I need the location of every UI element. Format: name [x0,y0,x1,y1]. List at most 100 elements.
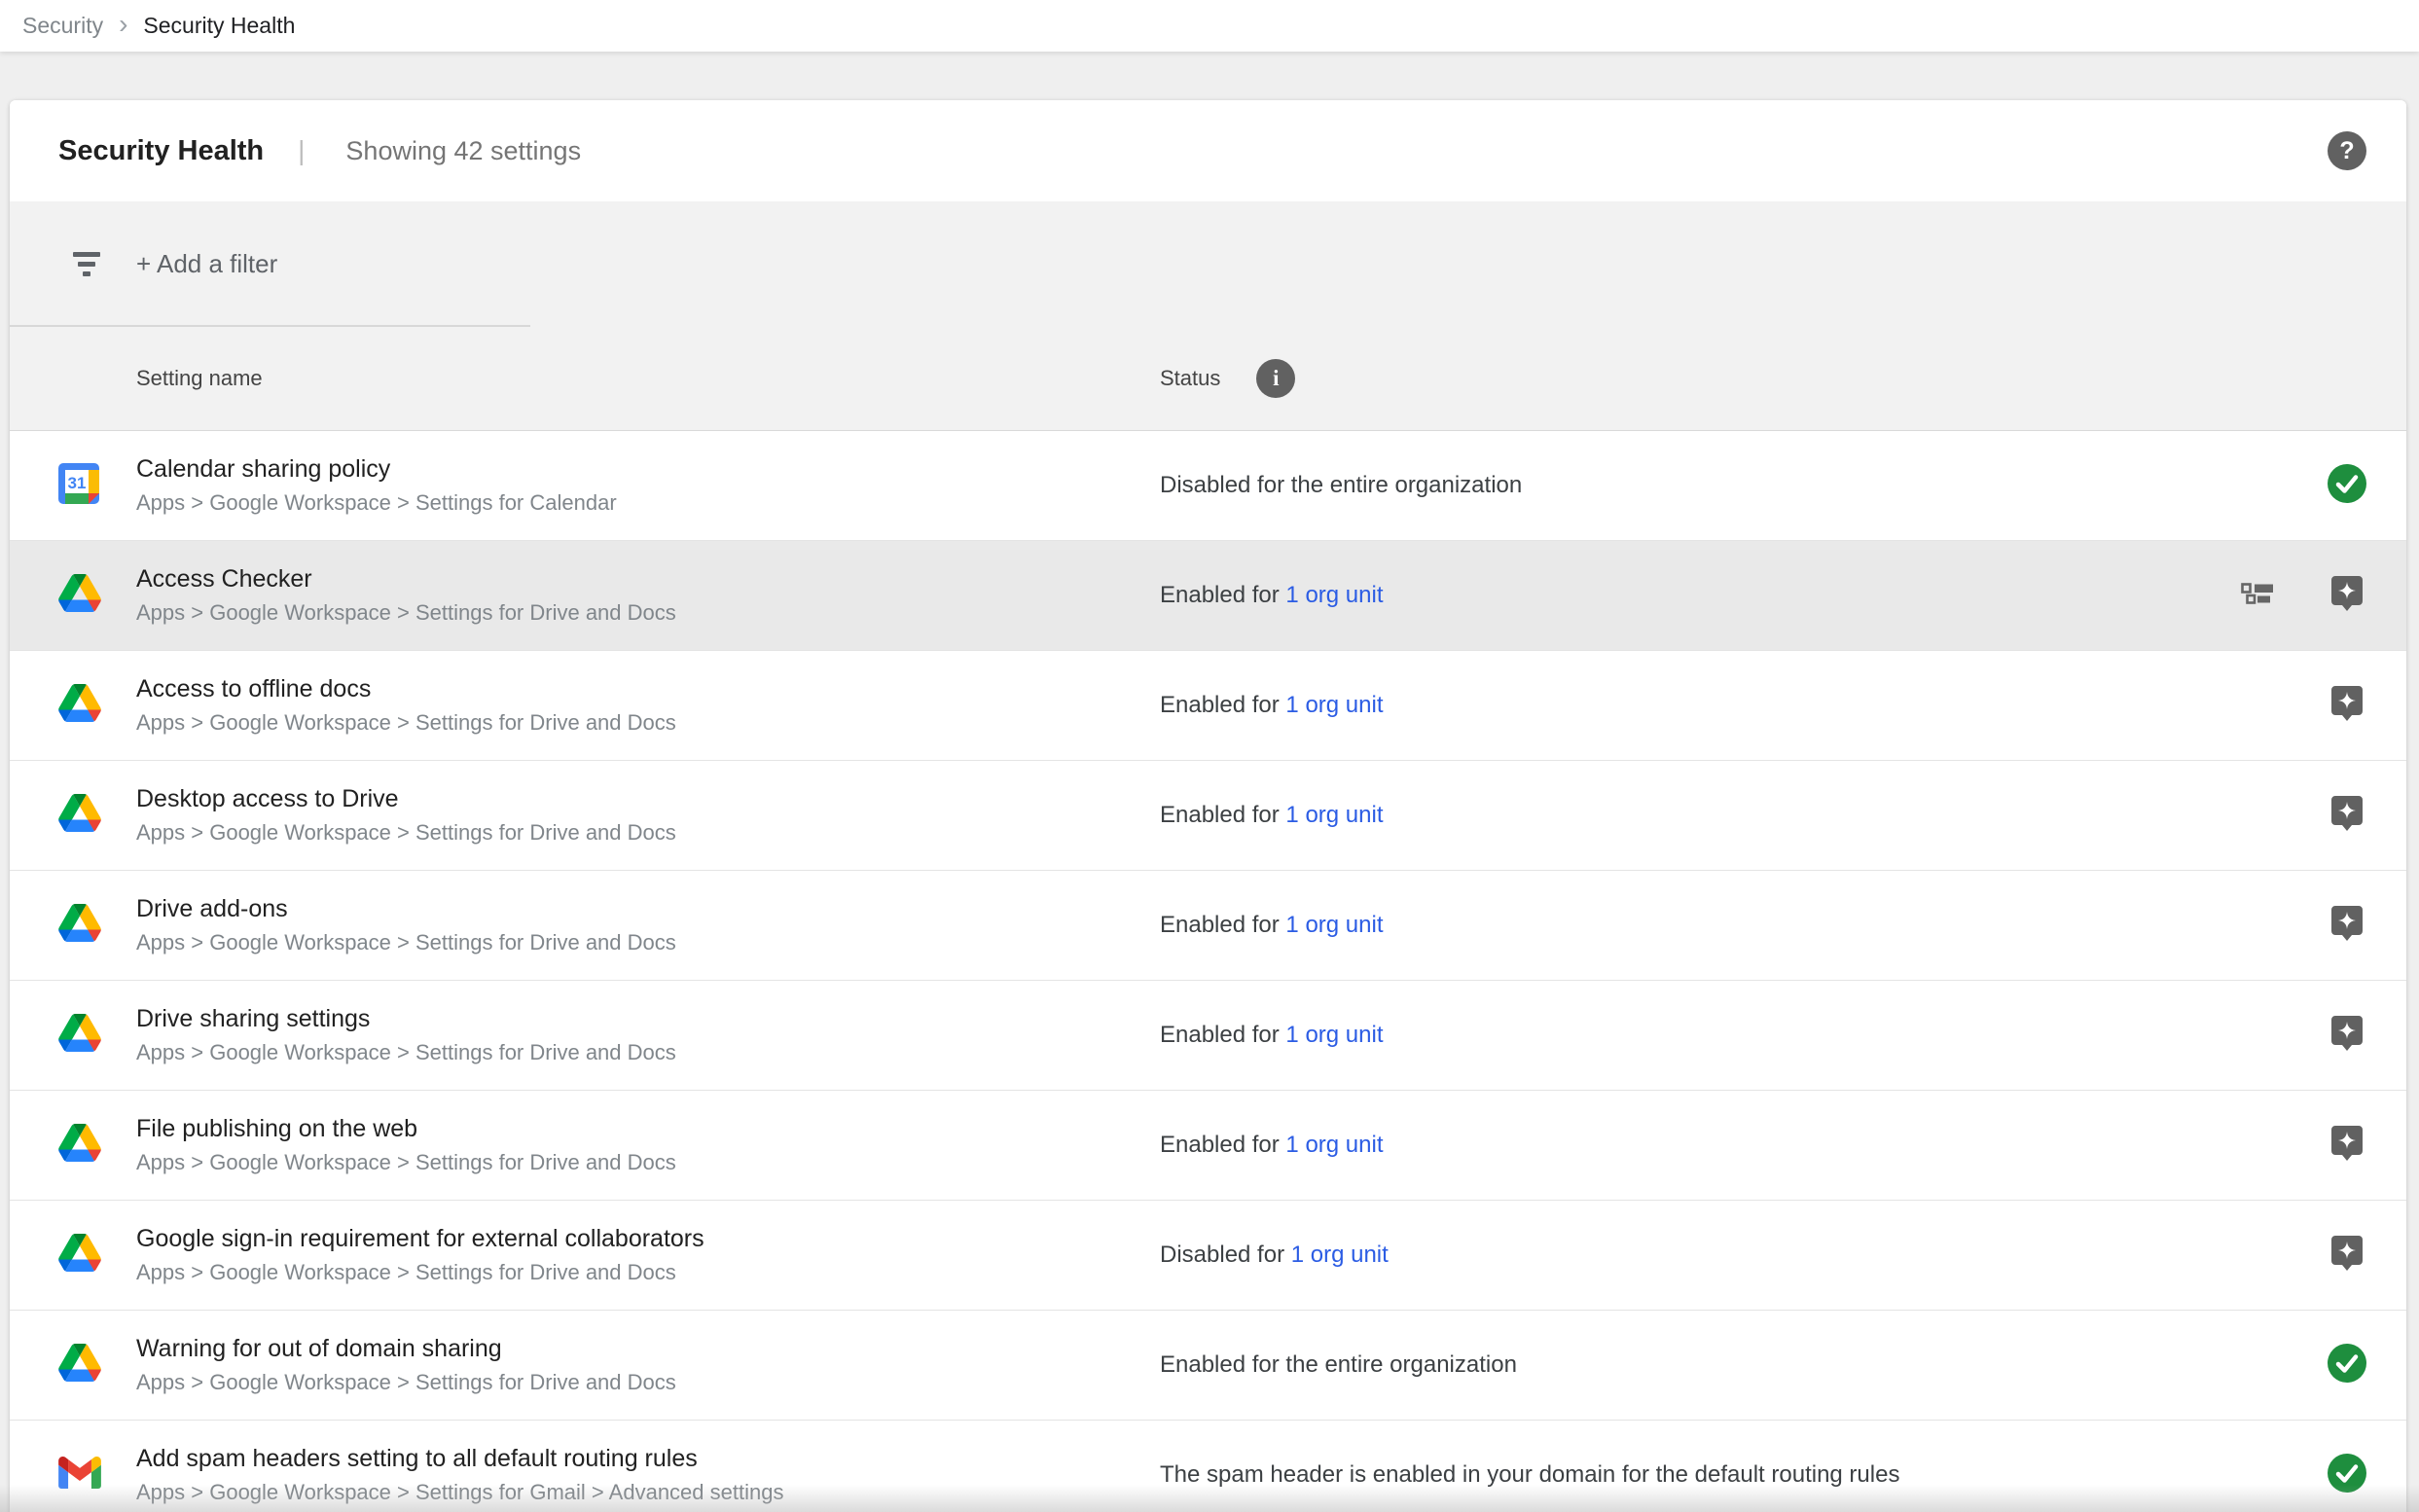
page-title: Security Health [58,135,264,167]
org-unit-link[interactable]: 1 org unit [1285,692,1383,718]
drive-icon [58,1124,101,1167]
setting-path: Apps > Google Workspace > Settings for D… [136,1371,1121,1394]
setting-path: Apps > Google Workspace > Settings for D… [136,821,1121,845]
table-row[interactable]: 31 Calendar sharing policyApps > Google … [10,431,2406,541]
status-text: Enabled for [1160,912,1285,938]
breadcrumb-item-security-health: Security Health [143,13,295,39]
org-unit-link[interactable]: 1 org unit [1285,582,1383,608]
column-header-setting-name: Setting name [136,366,1160,391]
org-unit-link[interactable]: 1 org unit [1285,1022,1383,1048]
status-text: Enabled for [1160,1132,1285,1158]
svg-text:31: 31 [68,474,87,492]
table-row[interactable]: Drive sharing settings Apps > Google Work… [10,981,2406,1091]
setting-status: Disabled for the entire organization [1160,472,2219,499]
setting-status: Enabled for 1 org unit [1160,582,2219,609]
app-icon-cell [10,574,136,617]
org-unit-link[interactable]: 1 org unit [1285,1132,1383,1158]
column-header-status: Status [1160,366,1220,391]
table-header: Setting name Status i [10,327,2406,431]
filter-list-icon [73,252,100,276]
setting-status: Enabled for 1 org unit [1160,1132,2219,1159]
app-icon-cell [10,904,136,947]
setting-name: Drive sharing settings [136,1006,1121,1033]
app-icon-cell [10,1457,136,1494]
info-icon[interactable]: i [1256,359,1295,398]
table-row[interactable]: Warning for out of domain sharing Apps > … [10,1311,2406,1421]
table-row[interactable]: File publishing on the web Apps > Google … [10,1091,2406,1201]
recommendation-badge-icon[interactable] [2329,574,2365,618]
status-text: Enabled for [1160,1022,1285,1048]
status-text: Disabled for [1160,1242,1291,1268]
setting-name: Access Checker [136,566,1121,594]
status-text: Enabled for [1160,582,1285,608]
recommendation-badge-icon[interactable] [2329,684,2365,728]
security-health-card: Security Health | Showing 42 settings ? … [10,100,2406,1512]
table-row[interactable]: Desktop access to DriveApps > Google Wor… [10,761,2406,871]
app-icon-cell [10,1344,136,1386]
help-icon[interactable]: ? [2328,131,2366,170]
drive-icon [58,794,101,837]
recommendation-badge-icon[interactable] [2329,1124,2365,1168]
status-text: The spam header is enabled in your domai… [1160,1461,1899,1488]
app-icon-cell [10,1234,136,1277]
add-filter-button[interactable]: + Add a filter [136,249,277,279]
setting-name: Access to offline docs [136,676,1121,703]
setting-name: Warning for out of domain sharing [136,1336,1121,1363]
setting-status: The spam header is enabled in your domai… [1160,1461,2219,1489]
settings-table: 31 Calendar sharing policy Apps > Google … [10,431,2406,1512]
filter-divider [10,325,530,327]
org-unit-link[interactable]: 1 org unit [1291,1242,1389,1268]
title-divider: | [298,135,305,166]
app-icon-cell [10,1014,136,1057]
setting-path: Apps > Google Workspace > Settings for D… [136,711,1121,735]
setting-status: Enabled for 1 org unit [1160,912,2219,939]
org-unit-rule-icon[interactable] [2241,582,2274,610]
drive-icon [58,1234,101,1277]
status-ok-check-icon [2327,1453,2367,1498]
setting-path: Apps > Google Workspace > Settings for D… [136,1261,1121,1284]
org-unit-link[interactable]: 1 org unit [1285,802,1383,828]
recommendation-badge-icon[interactable] [2329,794,2365,838]
setting-path: Apps > Google Workspace > Settings for D… [136,1151,1121,1174]
status-text: Disabled for the entire organization [1160,472,1522,498]
org-unit-link[interactable]: 1 org unit [1285,912,1383,938]
setting-name: Drive add-ons [136,896,1121,923]
setting-status: Enabled for 1 org unit [1160,1022,2219,1049]
recommendation-badge-icon[interactable] [2329,1234,2365,1278]
table-row[interactable]: Add spam headers setting to all default … [10,1421,2406,1512]
drive-icon [58,1344,101,1386]
app-icon-cell [10,684,136,727]
recommendation-badge-icon[interactable] [2329,1014,2365,1058]
breadcrumb: Security › Security Health [0,0,2419,52]
setting-path: Apps > Google Workspace > Settings for D… [136,1041,1121,1064]
status-text: Enabled for [1160,692,1285,718]
drive-icon [58,904,101,947]
table-row[interactable]: Access to offline docs Apps > Google Work… [10,651,2406,761]
status-ok-check-icon [2327,1343,2367,1388]
app-icon-cell: 31 [10,463,136,509]
status-text: Enabled for [1160,802,1285,828]
setting-path: Apps > Google Workspace > Settings for D… [136,601,1121,625]
recommendation-badge-icon[interactable] [2329,904,2365,948]
drive-icon [58,684,101,727]
setting-path: Apps > Google Workspace > Settings for G… [136,1481,1121,1504]
setting-status: Disabled for 1 org unit [1160,1242,2219,1269]
settings-count: Showing 42 settings [345,136,581,166]
breadcrumb-item-security[interactable]: Security [22,13,103,39]
table-row[interactable]: Drive add-ons Apps > Google Workspace > S… [10,871,2406,981]
setting-status: Enabled for 1 org unit [1160,692,2219,719]
status-ok-check-icon [2327,463,2367,509]
app-icon-cell [10,794,136,837]
table-row[interactable]: Access Checker Apps > Google Workspace > … [10,541,2406,651]
card-header: Security Health | Showing 42 settings ? [10,100,2406,201]
app-icon-cell [10,1124,136,1167]
page-body: Security Health | Showing 42 settings ? … [0,52,2419,1512]
table-row[interactable]: Google sign-in requirement for external … [10,1201,2406,1311]
chevron-right-icon: › [119,9,127,40]
setting-path: Apps > Google Workspace > Settings for D… [136,931,1121,954]
drive-icon [58,574,101,617]
status-text: Enabled for the entire organization [1160,1351,1517,1378]
gmail-icon [58,1457,101,1494]
setting-name: Calendar sharing policy [136,456,1121,484]
setting-name: File publishing on the web [136,1116,1121,1143]
